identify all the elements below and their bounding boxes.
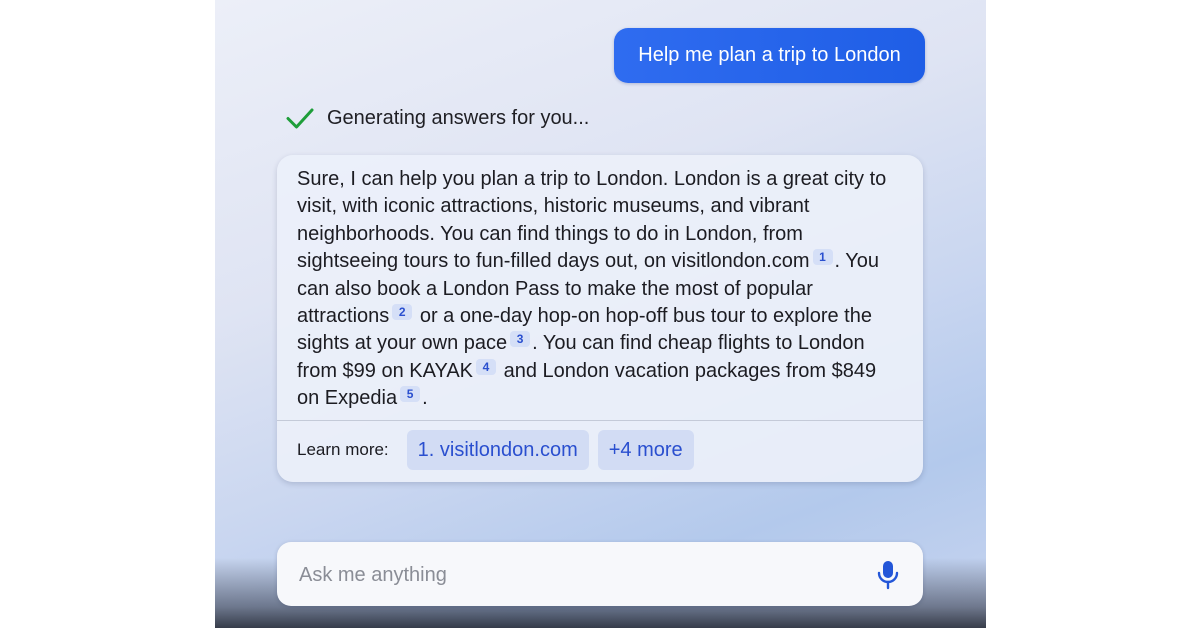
status-text: Generating answers for you... [327,106,590,129]
chat-input-box [277,542,923,608]
divider [277,420,923,421]
citation-3[interactable]: 3 [510,331,531,348]
user-message-text: Help me plan a trip to London [638,44,901,66]
learn-more-label: Learn more: [297,440,389,459]
citation-1[interactable]: 1 [812,249,833,266]
citation-2[interactable]: 2 [392,304,413,321]
check-icon [286,108,314,129]
microphone-icon[interactable] [875,560,901,590]
user-message-bubble: Help me plan a trip to London [614,28,925,83]
ask-input[interactable] [297,542,861,608]
answer-segment: . [422,387,428,410]
citation-4[interactable]: 4 [476,358,497,375]
chat-screen: Help me plan a trip to London Generating… [215,0,986,628]
answer-text: Sure, I can help you plan a trip to Lond… [297,166,903,413]
learn-more-row: Learn more: 1. visitlondon.com +4 more [297,430,703,470]
answer-card: Sure, I can help you plan a trip to Lond… [277,155,923,482]
learn-more-link-visitlondon[interactable]: 1. visitlondon.com [406,430,589,470]
learn-more-more-button[interactable]: +4 more [597,430,694,470]
status-row: Generating answers for you... [285,102,589,134]
citation-5[interactable]: 5 [400,386,421,403]
answer-segment: Sure, I can help you plan a trip to Lond… [297,168,887,273]
